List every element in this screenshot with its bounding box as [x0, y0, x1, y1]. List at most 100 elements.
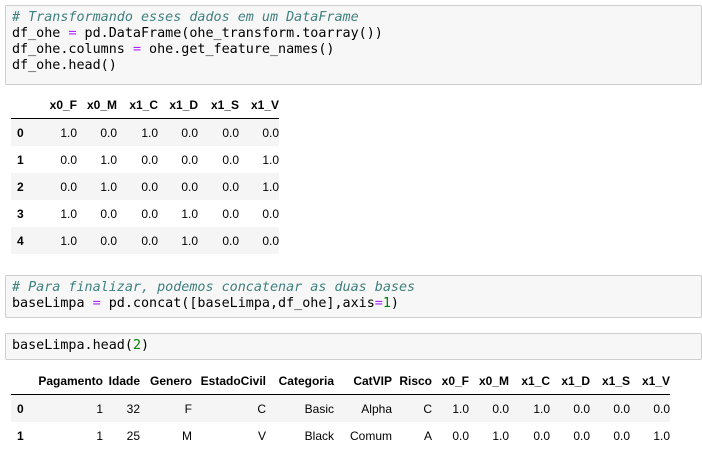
- table-cell: 1.0: [262, 179, 279, 194]
- table-cell: 1.0: [60, 233, 77, 248]
- column-header: x1_V: [239, 91, 279, 119]
- table-cell: 0.0: [181, 179, 198, 194]
- code-operator: =: [374, 296, 383, 311]
- code-token: ): [141, 338, 150, 353]
- dataframe-ohe-output: x0_F x0_M x1_C x1_D x1_S x1_V 0 1.0 0.0 1.0 0.0 0.…: [11, 91, 279, 254]
- table-row: 4 1.0 0.0 0.0 1.0 0.0 0.0: [11, 227, 279, 254]
- table-cell: 0.0: [222, 125, 239, 140]
- table-cell: Black: [304, 428, 334, 443]
- row-index: 4: [17, 233, 24, 248]
- table-cell: 1.0: [60, 206, 77, 221]
- table-row: 3 1.0 0.0 0.0 1.0 0.0 0.0: [11, 200, 279, 227]
- table-row: 1 1 25 M V Black Comum A 0.0 1.0 0.0 0.0 0.0 1.0: [11, 422, 670, 449]
- code-line: df_ohe.head(): [12, 58, 701, 74]
- table-cell: 32: [126, 401, 140, 416]
- table-cell: 0.0: [100, 233, 117, 248]
- column-header: x1_V: [630, 367, 670, 395]
- table-cell: 25: [126, 428, 140, 443]
- table-cell: 0.0: [100, 125, 117, 140]
- code-line: baseLimpa = pd.concat([baseLimpa,df_ohe]…: [12, 296, 701, 312]
- code-token: pd.DataFrame(ohe_transform.toarray()): [76, 26, 383, 41]
- table-cell: 1: [96, 401, 103, 416]
- row-index: 0: [17, 401, 24, 416]
- table-cell: 0.0: [141, 233, 158, 248]
- column-header: x1_D: [158, 91, 198, 119]
- table-cell: 0.0: [181, 125, 198, 140]
- table-cell: 1: [96, 428, 103, 443]
- table-cell: 0.0: [222, 179, 239, 194]
- table-cell: 0.0: [141, 206, 158, 221]
- row-index: 0: [17, 125, 24, 140]
- code-token: df_ohe.head(): [12, 58, 117, 73]
- column-header: x1_S: [590, 367, 630, 395]
- code-line: df_ohe = pd.DataFrame(ohe_transform.toar…: [12, 26, 701, 42]
- code-cell-concat[interactable]: # Para finalizar, podemos concatenar as …: [5, 275, 702, 318]
- table-row: 0 1 32 F C Basic Alpha C 1.0 0.0 1.0 0.0 0.0 0.0: [11, 394, 670, 422]
- table-cell: 0.0: [222, 206, 239, 221]
- code-operator: =: [92, 296, 101, 311]
- table-cell: 1.0: [100, 179, 117, 194]
- table-cell: 0.0: [181, 152, 198, 167]
- table-cell: 1.0: [653, 428, 670, 443]
- code-token: ): [390, 296, 399, 311]
- table-header-row: Pagamento Idade Genero EstadoCivil Categoria…: [11, 367, 670, 395]
- table-cell: 0.0: [222, 152, 239, 167]
- table-cell: 0.0: [613, 428, 630, 443]
- row-index: 3: [17, 206, 24, 221]
- table-cell: Basic: [304, 401, 334, 416]
- table-cell: 1.0: [60, 125, 77, 140]
- code-cell-head[interactable]: baseLimpa.head(2): [5, 333, 702, 360]
- table-cell: 0.0: [492, 401, 509, 416]
- table-cell: 0.0: [60, 152, 77, 167]
- code-token: df_ohe: [12, 26, 69, 41]
- code-number: 2: [132, 338, 141, 353]
- table-row: 2 0.0 1.0 0.0 0.0 0.0 1.0: [11, 173, 279, 200]
- column-header: CatVIP: [334, 367, 392, 395]
- table-cell: 1.0: [141, 125, 158, 140]
- table-cell: V: [257, 428, 266, 443]
- table-cell: 1.0: [452, 401, 469, 416]
- code-line: baseLimpa.head(2): [12, 338, 701, 354]
- index-header: [11, 91, 35, 119]
- table-cell: 0.0: [573, 401, 590, 416]
- code-line: df_ohe.columns = ohe.get_feature_names(): [12, 42, 701, 58]
- table-cell: 1.0: [100, 152, 117, 167]
- code-cell-create-dataframe[interactable]: # Transformando esses dados em um DataFr…: [5, 5, 702, 85]
- table-cell: 0.0: [262, 125, 279, 140]
- table-cell: C: [257, 401, 266, 416]
- table-cell: 0.0: [533, 428, 550, 443]
- code-number: 1: [382, 296, 391, 311]
- code-token: pd.concat([baseLimpa,df_ohe],axis: [100, 296, 375, 311]
- code-token: df_ohe.columns: [12, 42, 133, 57]
- table-cell: 0.0: [222, 233, 239, 248]
- table-cell: 0.0: [653, 401, 670, 416]
- column-header: x0_F: [432, 367, 469, 395]
- column-header: x0_M: [77, 91, 117, 119]
- table-cell: 0.0: [262, 233, 279, 248]
- column-header: Categoria: [266, 367, 334, 395]
- table-cell: F: [184, 401, 192, 416]
- code-comment: # Para finalizar, podemos concatenar as …: [12, 280, 416, 295]
- table-header-row: x0_F x0_M x1_C x1_D x1_S x1_V: [11, 91, 279, 119]
- table-cell: 0.0: [262, 206, 279, 221]
- table-cell: 0.0: [60, 179, 77, 194]
- table-cell: 1.0: [181, 233, 198, 248]
- column-header: x1_C: [509, 367, 550, 395]
- table-cell: 0.0: [613, 401, 630, 416]
- row-index: 1: [17, 428, 24, 443]
- table-cell: 1.0: [262, 152, 279, 167]
- table-cell: 0.0: [573, 428, 590, 443]
- column-header: Idade: [103, 367, 140, 395]
- code-operator: =: [132, 42, 141, 57]
- code-token: ohe.get_feature_names(): [141, 42, 335, 57]
- table-row: 1 0.0 1.0 0.0 0.0 0.0 1.0: [11, 146, 279, 173]
- code-operator: =: [68, 26, 77, 41]
- code-comment: # Transformando esses dados em um DataFr…: [12, 10, 359, 25]
- column-header: Risco: [392, 367, 432, 395]
- column-header: Pagamento: [29, 367, 103, 395]
- code-token: baseLimpa.head(: [12, 338, 133, 353]
- column-header: x1_C: [117, 91, 158, 119]
- table-row: 0 1.0 0.0 1.0 0.0 0.0 0.0: [11, 118, 279, 146]
- index-header: [11, 367, 29, 395]
- table-cell: 1.0: [533, 401, 550, 416]
